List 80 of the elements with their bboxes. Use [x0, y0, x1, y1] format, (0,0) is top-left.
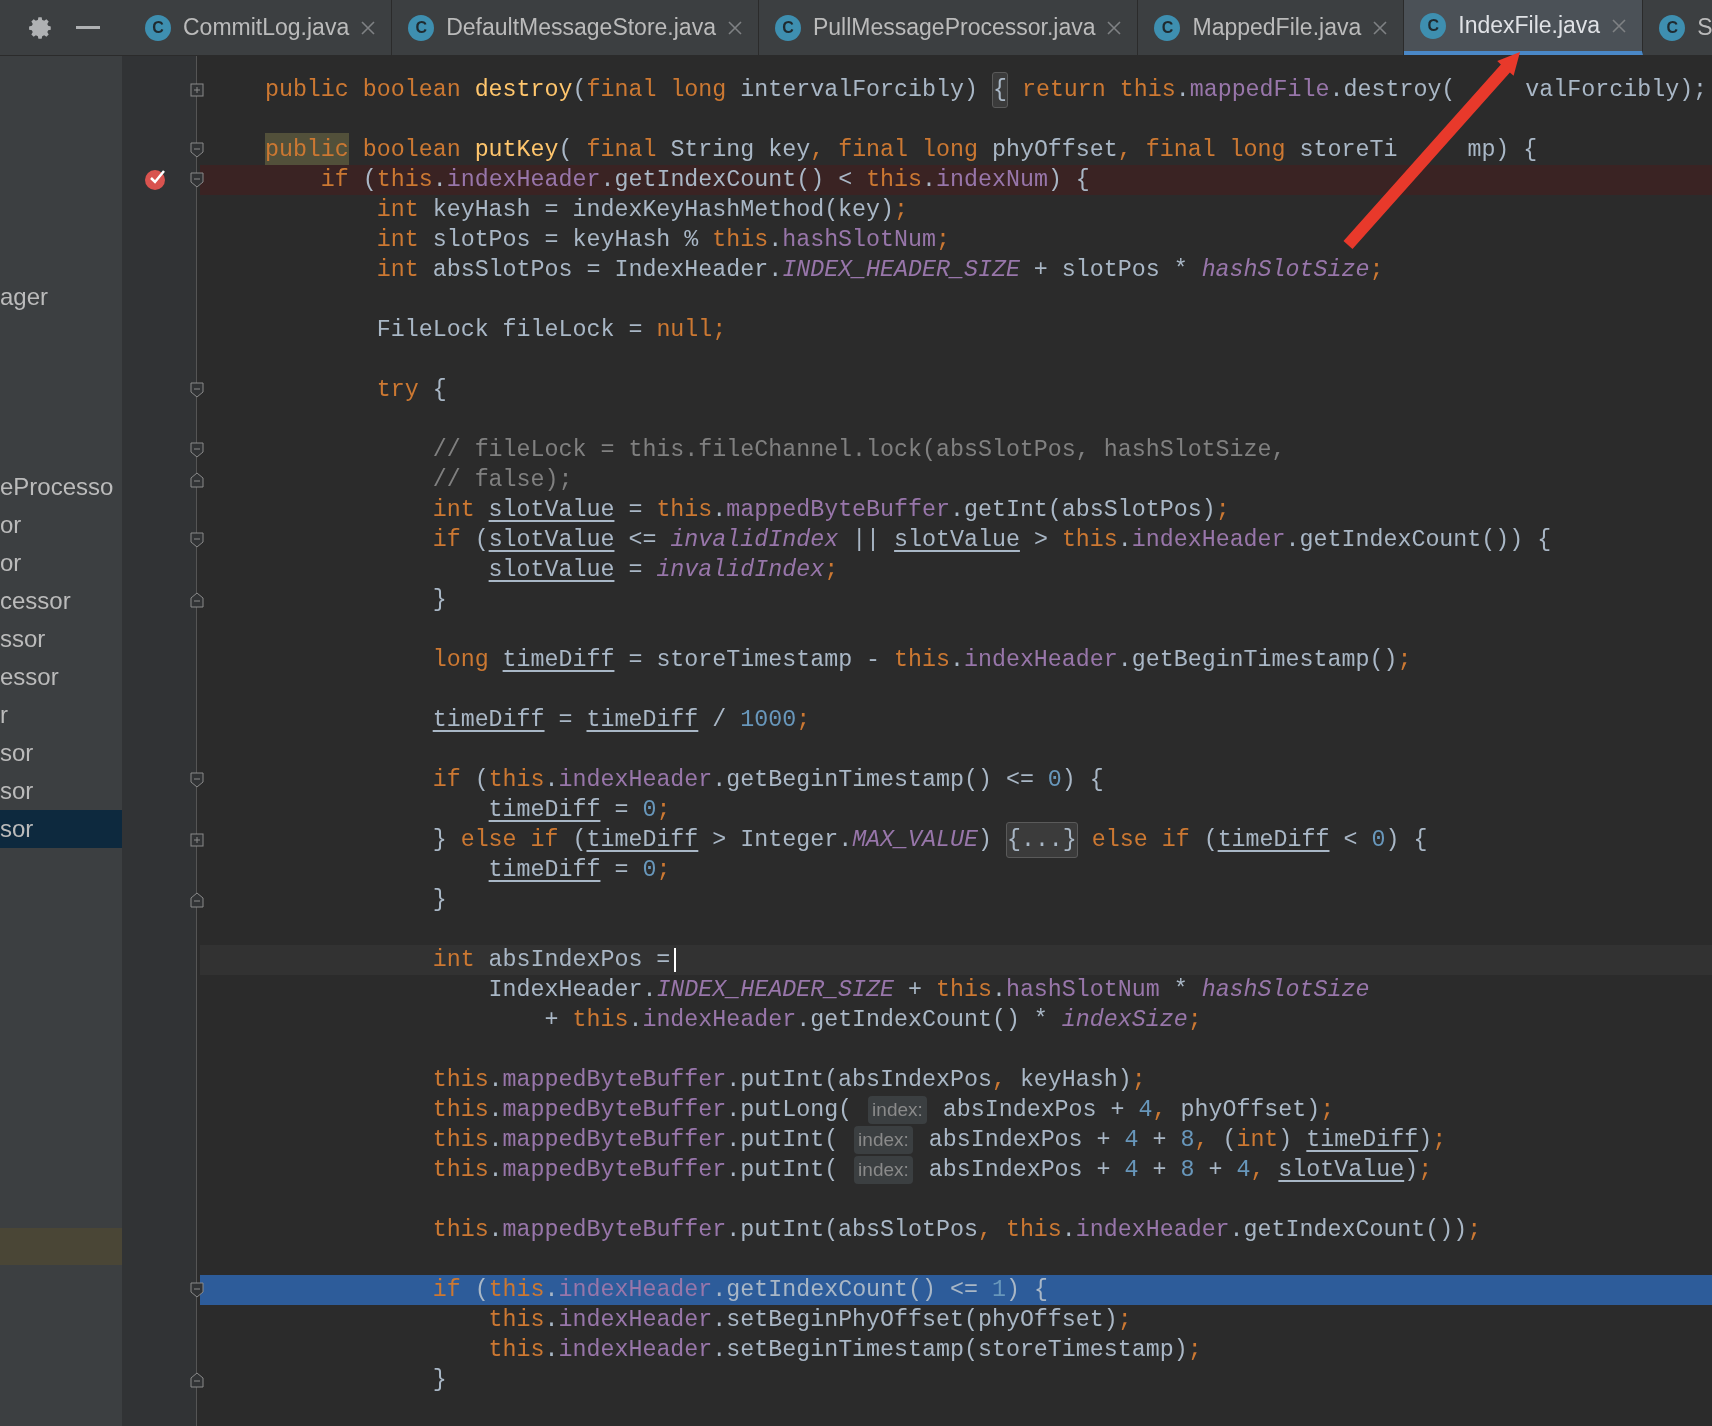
tab-label: PullMessageProcessor.java: [812, 13, 1096, 43]
close-icon[interactable]: [361, 20, 376, 35]
fold-end-icon[interactable]: [190, 892, 204, 908]
fold-end-icon[interactable]: [190, 472, 204, 488]
code-line: public boolean putKey( final String key, final long phyOffset, final long storeTi mp) {: [200, 135, 1712, 165]
code-line: }: [431, 885, 448, 915]
tree-item[interactable]: r: [0, 696, 122, 734]
tree-item[interactable]: cessor: [0, 582, 122, 620]
tree-item[interactable]: or: [0, 544, 122, 582]
code-line: this.mappedByteBuffer.putInt(absIndexPos, keyHash);: [431, 1065, 1147, 1095]
close-icon[interactable]: [1373, 20, 1388, 35]
code-line: this.mappedByteBuffer.putLong( index: absIndexPos + 4, phyOffset);: [431, 1095, 1336, 1125]
fold-icon[interactable]: [190, 1282, 204, 1298]
tree-item[interactable]: or: [0, 506, 122, 544]
code-line: this.mappedByteBuffer.putInt(absSlotPos, this.indexHeader.getIndexCount());: [431, 1215, 1483, 1245]
tree-item[interactable]: eProcesso: [0, 468, 122, 506]
code-line: }: [431, 585, 448, 615]
code-line: IndexHeader.INDEX_HEADER_SIZE + this.hashSlotNum * hashSlotSize: [487, 975, 1371, 1005]
tree-item[interactable]: sor: [0, 810, 122, 848]
code-line: if (this.indexHeader.getBeginTimestamp() <= 0) {: [431, 765, 1105, 795]
code-line: int keyHash = indexKeyHashMethod(key);: [375, 195, 910, 225]
tree-item[interactable]: sor: [0, 772, 122, 810]
close-icon[interactable]: [1107, 20, 1122, 35]
fold-end-icon[interactable]: [190, 592, 204, 608]
code-line: int absSlotPos = IndexHeader.INDEX_HEADER_SIZE + slotPos * hashSlotSize;: [375, 255, 1385, 285]
editor-tab[interactable]: C IndexFile.java: [1404, 0, 1644, 55]
code-line: this.indexHeader.setBeginTimestamp(storeTimestamp);: [487, 1335, 1203, 1365]
code-line: slotValue = invalidIndex;: [487, 555, 840, 585]
code-line: }: [431, 1365, 448, 1395]
editor-tab[interactable]: C S: [1643, 0, 1712, 55]
fold-icon[interactable]: [190, 772, 204, 788]
code-line: int slotValue = this.mappedByteBuffer.getInt(absSlotPos);: [431, 495, 1231, 525]
tree-item[interactable]: ssor: [0, 620, 122, 658]
tree-item[interactable]: essor: [0, 658, 122, 696]
settings-icon[interactable]: [28, 14, 54, 41]
expand-icon[interactable]: [190, 832, 204, 848]
code-line: + this.indexHeader.getIndexCount() * indexSize;: [543, 1005, 1203, 1035]
fold-icon[interactable]: [190, 532, 204, 548]
class-icon: C: [774, 14, 801, 41]
fold-icon[interactable]: [190, 382, 204, 398]
code-line: public boolean destroy(final long intervalForcibly) { return this.mappedFile.destroy( valForcibly);: [200, 75, 1712, 105]
editor-tab[interactable]: C MappedFile.java: [1138, 0, 1405, 55]
tab-label: S: [1697, 13, 1712, 43]
tree-item[interactable]: ager: [0, 278, 122, 316]
tab-label: MappedFile.java: [1192, 13, 1362, 43]
code-line: timeDiff = 0;: [487, 795, 672, 825]
fold-icon[interactable]: [190, 172, 204, 188]
editor-tab[interactable]: C DefaultMessageStore.java: [392, 0, 759, 55]
code-line: FileLock fileLock = null;: [375, 315, 728, 345]
tab-label: IndexFile.java: [1458, 11, 1601, 41]
editor-tab[interactable]: C PullMessageProcessor.java: [758, 0, 1139, 55]
class-icon: C: [1154, 14, 1181, 41]
tab-label: CommitLog.java: [183, 13, 350, 43]
editor-tab[interactable]: C CommitLog.java: [129, 0, 393, 55]
minimize-icon[interactable]: [76, 25, 100, 30]
code-line: this.mappedByteBuffer.putInt( index: absIndexPos + 4 + 8 + 4, slotValue);: [431, 1155, 1434, 1185]
tree-item[interactable]: sor: [0, 734, 122, 772]
code-line: long timeDiff = storeTimestamp - this.indexHeader.getBeginTimestamp();: [431, 645, 1413, 675]
fold-icon[interactable]: [190, 142, 204, 158]
code-line: this.indexHeader.setBeginPhyOffset(phyOffset);: [487, 1305, 1133, 1335]
class-icon: C: [408, 14, 435, 41]
code-line: } else if (timeDiff > Integer.MAX_VALUE) {...} else if (timeDiff < 0) {: [200, 825, 1712, 855]
fold-end-icon[interactable]: [190, 1372, 204, 1388]
close-icon[interactable]: [1612, 18, 1627, 33]
fold-icon[interactable]: [190, 442, 204, 458]
breakpoint-icon[interactable]: [144, 167, 168, 191]
class-icon: C: [1420, 12, 1447, 39]
code-line: this.mappedByteBuffer.putInt( index: absIndexPos + 4 + 8, (int) timeDiff);: [431, 1125, 1448, 1155]
code-line: try {: [375, 375, 448, 405]
code-line: timeDiff = 0;: [487, 855, 672, 885]
code-line: // fileLock = this.fileChannel.lock(absSlotPos, hashSlotSize,: [431, 435, 1287, 465]
code-line: int slotPos = keyHash % this.hashSlotNum;: [375, 225, 951, 255]
close-icon[interactable]: [727, 20, 742, 35]
class-icon: C: [145, 14, 171, 41]
code-line: timeDiff = timeDiff / 1000;: [431, 705, 812, 735]
code-line: // false);: [431, 465, 574, 495]
expand-icon[interactable]: [190, 82, 204, 98]
class-icon: C: [1659, 14, 1686, 41]
tab-label: DefaultMessageStore.java: [446, 13, 716, 43]
code-line: if (slotValue <= invalidIndex || slotValue > this.indexHeader.getIndexCount()) {: [431, 525, 1553, 555]
